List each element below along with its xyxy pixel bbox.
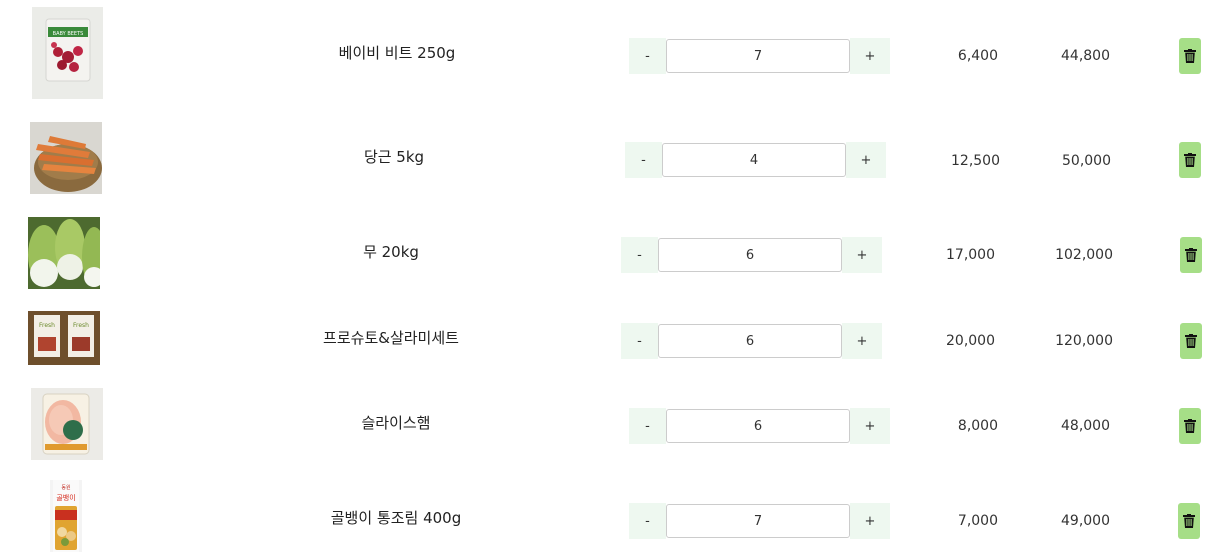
product-image[interactable]: 동원 골뱅이 (50, 480, 82, 552)
quantity-stepper: - + (629, 38, 890, 74)
unit-price: 17,000 (946, 247, 995, 263)
trash-icon (1184, 49, 1196, 63)
svg-text:동원: 동원 (61, 484, 71, 491)
increase-quantity-button[interactable]: + (850, 408, 890, 444)
quantity-input[interactable] (666, 39, 850, 73)
product-name[interactable]: 무 20kg (241, 241, 541, 262)
product-name[interactable]: 골뱅이 통조림 400g (246, 507, 546, 528)
prosciutto-salami-set-image: Fresh Fresh (28, 311, 100, 365)
product-image[interactable]: BABY BEETS (32, 7, 103, 99)
quantity-stepper: - + (621, 323, 882, 359)
decrease-quantity-button[interactable]: - (629, 408, 666, 444)
trash-icon (1185, 334, 1197, 348)
trash-icon (1184, 419, 1196, 433)
unit-price: 6,400 (957, 48, 998, 64)
decrease-quantity-button[interactable]: - (621, 237, 658, 273)
quantity-input[interactable] (658, 238, 842, 272)
unit-price: 20,000 (946, 333, 995, 349)
increase-quantity-button[interactable]: + (842, 237, 882, 273)
unit-price: 12,500 (951, 153, 1000, 169)
svg-text:Fresh: Fresh (39, 322, 55, 329)
delete-button[interactable] (1180, 323, 1202, 359)
decrease-quantity-button[interactable]: - (629, 38, 666, 74)
quantity-stepper: - + (629, 408, 890, 444)
svg-text:Fresh: Fresh (73, 322, 89, 329)
product-image[interactable] (30, 122, 102, 194)
svg-text:BABY BEETS: BABY BEETS (53, 31, 84, 37)
sliced-ham-image (42, 393, 90, 455)
delete-button[interactable] (1179, 38, 1201, 74)
trash-icon (1183, 514, 1195, 528)
quantity-stepper: - + (625, 142, 886, 178)
delete-button[interactable] (1178, 503, 1200, 539)
line-total: 48,000 (1061, 418, 1110, 434)
line-total: 120,000 (1055, 333, 1113, 349)
beet-bag-image: BABY BEETS (45, 18, 91, 82)
product-image[interactable] (31, 388, 103, 460)
increase-quantity-button[interactable]: + (850, 38, 890, 74)
quantity-input[interactable] (666, 504, 850, 538)
line-total: 49,000 (1061, 513, 1110, 529)
increase-quantity-button[interactable]: + (842, 323, 882, 359)
line-total: 44,800 (1061, 48, 1110, 64)
decrease-quantity-button[interactable]: - (625, 142, 662, 178)
quantity-input[interactable] (666, 409, 850, 443)
trash-icon (1184, 153, 1196, 167)
quantity-input[interactable] (658, 324, 842, 358)
trash-icon (1185, 248, 1197, 262)
unit-price: 7,000 (957, 513, 998, 529)
product-name[interactable]: 당근 5kg (244, 146, 544, 167)
product-name[interactable]: 프로슈토&살라미세트 (241, 327, 541, 348)
decrease-quantity-button[interactable]: - (621, 323, 658, 359)
unit-price: 8,000 (957, 418, 998, 434)
radish-image (28, 217, 100, 289)
quantity-stepper: - + (621, 237, 882, 273)
delete-button[interactable] (1179, 408, 1201, 444)
delete-button[interactable] (1179, 142, 1201, 178)
line-total: 50,000 (1062, 153, 1111, 169)
carrots-basket-image (34, 136, 102, 192)
increase-quantity-button[interactable]: + (846, 142, 886, 178)
product-image[interactable]: Fresh Fresh (28, 311, 100, 365)
quantity-stepper: - + (629, 503, 890, 539)
whelk-can-image: 동원 골뱅이 (53, 480, 79, 552)
delete-button[interactable] (1180, 237, 1202, 273)
line-total: 102,000 (1055, 247, 1113, 263)
product-name[interactable]: 베이비 비트 250g (247, 42, 547, 63)
decrease-quantity-button[interactable]: - (629, 503, 666, 539)
product-image[interactable] (28, 217, 100, 289)
quantity-input[interactable] (662, 143, 846, 177)
increase-quantity-button[interactable]: + (850, 503, 890, 539)
product-name[interactable]: 슬라이스햄 (246, 412, 546, 433)
svg-text:골뱅이: 골뱅이 (56, 493, 75, 502)
